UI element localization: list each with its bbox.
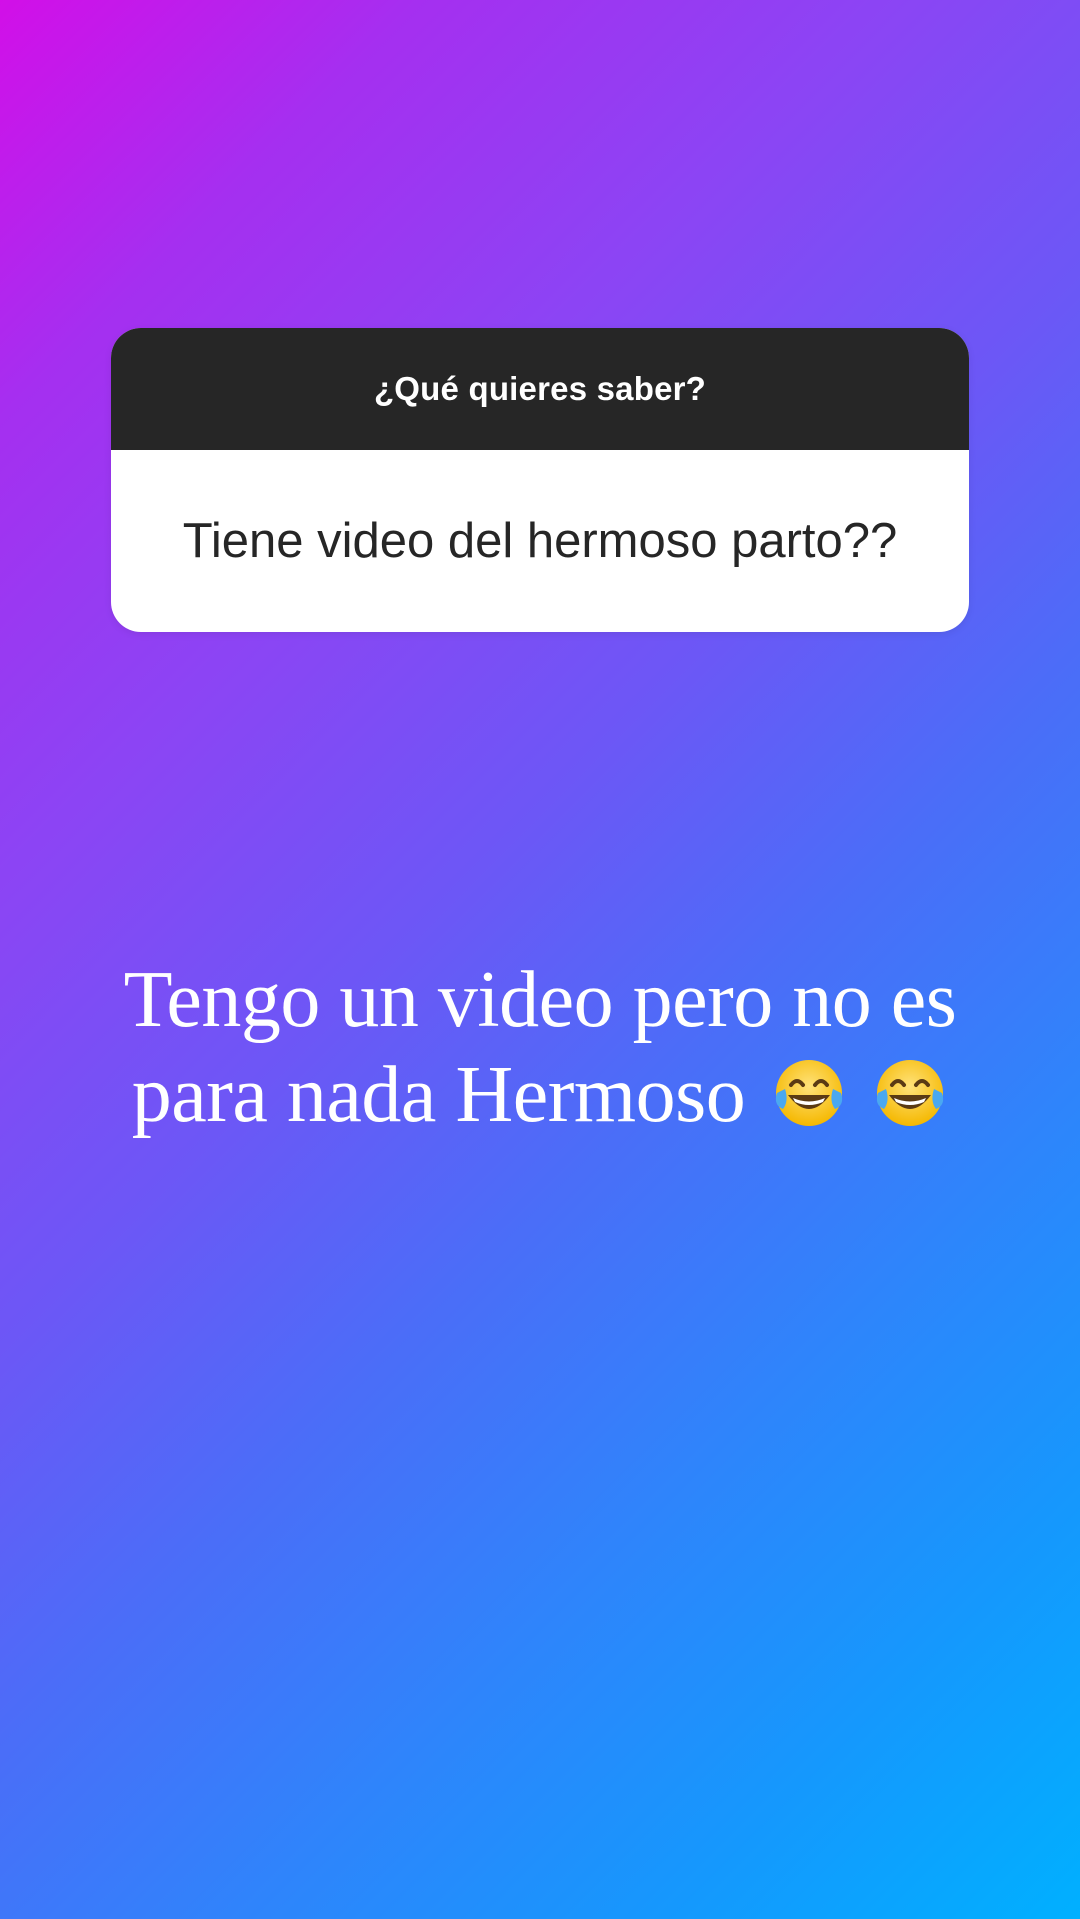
caption-line-2: para nada Hermoso	[131, 1051, 746, 1139]
face-with-tears-of-joy-icon	[771, 1055, 847, 1131]
question-sticker-prompt: ¿Qué quieres saber?	[111, 328, 969, 450]
face-with-tears-of-joy-icon	[872, 1055, 948, 1131]
question-sticker[interactable]: ¿Qué quieres saber? Tiene video del herm…	[111, 328, 969, 632]
question-sticker-question: Tiene video del hermoso parto??	[182, 514, 898, 568]
story-caption: Tengo un video pero no es para nada Herm…	[40, 953, 1040, 1143]
story-canvas: { "question_sticker": { "prompt": "¿Qué …	[0, 0, 1080, 1919]
caption-line-2-wrapper: para nada Hermoso	[40, 1048, 1040, 1143]
caption-line-1: Tengo un video pero no es	[123, 956, 957, 1044]
